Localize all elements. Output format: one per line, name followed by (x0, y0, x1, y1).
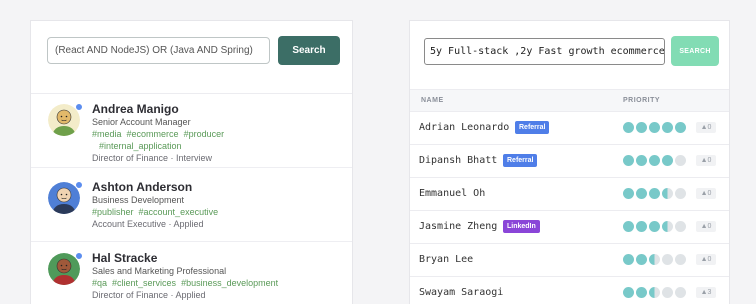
tag-list: #publisher #account_executive (92, 206, 344, 218)
priority-dot (649, 122, 660, 133)
priority-dot (662, 122, 673, 133)
candidate-name[interactable]: Andrea Manigo (92, 102, 344, 116)
upvote-count[interactable]: ▲0 (696, 221, 716, 232)
column-header-priority[interactable]: PRIORITY (623, 97, 660, 104)
candidate-card[interactable]: Hal Stracke Sales and Marketing Professio… (31, 242, 352, 304)
candidate-card[interactable]: Ashton Anderson Business Development #publ… (31, 168, 352, 242)
ranked-search-panel: 5y Full-stack ,2y Fast growth ecommerce … (409, 20, 730, 304)
candidate-title: Sales and Marketing Professional (92, 266, 227, 276)
tag[interactable]: #internal_application (99, 141, 182, 151)
source-badge: LinkedIn (503, 220, 540, 233)
priority-dot (649, 254, 660, 265)
tag-list: #internal_application (92, 140, 344, 152)
table-row[interactable]: Jasmine Zheng LinkedIn ▲0 (410, 211, 729, 244)
candidate-meta: Account Executive · Applied (92, 219, 204, 229)
tag[interactable]: #media (92, 129, 122, 139)
upvote-count[interactable]: ▲3 (696, 287, 716, 298)
candidate-list: Andrea Manigo Senior Account Manager #medi… (31, 94, 352, 304)
candidate-name[interactable]: Jasmine Zheng (419, 221, 497, 232)
requirements-search-input[interactable]: 5y Full-stack ,2y Fast growth ecommerce (424, 38, 665, 65)
boolean-search-input[interactable] (47, 37, 270, 64)
candidate-search-panel: Search Andrea ManigoSenior Account Manag… (30, 20, 353, 304)
candidate-meta: Director of Finance · Applied (92, 290, 206, 300)
tag[interactable]: #ecommerce (127, 129, 179, 139)
tag[interactable]: #account_executive (139, 207, 219, 217)
source-badge: Referral (503, 154, 538, 167)
online-status-dot (75, 181, 83, 189)
tag-list: #media #ecommerce #producer (92, 128, 344, 140)
tag[interactable]: #client_services (112, 278, 176, 288)
search-bar: 5y Full-stack ,2y Fast growth ecommerce … (410, 21, 729, 89)
candidate-name[interactable]: Dipansh Bhatt (419, 155, 497, 166)
search-button[interactable]: SEARCH (671, 36, 719, 66)
priority-dot (636, 221, 647, 232)
tag-list: #qa #client_services #business_development (92, 277, 344, 289)
priority-dot (623, 122, 634, 133)
priority-dot (675, 155, 686, 166)
priority-dot (662, 188, 673, 199)
candidate-name[interactable]: Ashton Anderson (92, 180, 344, 194)
priority-dot (649, 188, 660, 199)
priority-dot (662, 221, 673, 232)
priority-dot (675, 122, 686, 133)
priority-dot (662, 254, 673, 265)
column-header-name[interactable]: NAME (421, 97, 444, 104)
priority-dot (623, 221, 634, 232)
priority-dot (636, 188, 647, 199)
tag[interactable]: #publisher (92, 207, 134, 217)
priority-dot (675, 188, 686, 199)
table-row[interactable]: Dipansh Bhatt Referral ▲0 (410, 145, 729, 178)
table-row[interactable]: Emmanuel Oh ▲0 (410, 178, 729, 211)
upvote-count[interactable]: ▲0 (696, 155, 716, 166)
table-row[interactable]: Bryan Lee ▲0 (410, 244, 729, 277)
priority-dot (662, 155, 673, 166)
priority-dot (662, 287, 673, 298)
priority-dot (623, 155, 634, 166)
priority-dot (636, 287, 647, 298)
candidate-name[interactable]: Emmanuel Oh (419, 188, 485, 199)
priority-dot (675, 287, 686, 298)
priority-dot (623, 254, 634, 265)
tag[interactable]: #business_development (181, 278, 278, 288)
table-row[interactable]: Swayam Saraogi ▲3 (410, 277, 729, 304)
candidate-details: Ashton Anderson Business Development #publ… (92, 180, 344, 230)
upvote-count[interactable]: ▲0 (696, 188, 716, 199)
candidate-name[interactable]: Hal Stracke (92, 251, 344, 265)
priority-dot (636, 122, 647, 133)
priority-dot (675, 254, 686, 265)
table-row[interactable]: Adrian Leonardo Referral ▲0 (410, 112, 729, 145)
candidate-title: Business Development (92, 195, 185, 205)
upvote-count[interactable]: ▲0 (696, 122, 716, 133)
upvote-count[interactable]: ▲0 (696, 254, 716, 265)
search-bar: Search (31, 21, 352, 94)
priority-dot (649, 221, 660, 232)
candidate-name[interactable]: Swayam Saraogi (419, 287, 503, 298)
candidate-card[interactable]: Andrea Manigo Senior Account Manager #medi… (31, 94, 352, 168)
priority-dot (623, 287, 634, 298)
priority-dot (636, 254, 647, 265)
online-status-dot (75, 252, 83, 260)
tag[interactable]: #qa (92, 278, 107, 288)
candidate-details: Andrea Manigo Senior Account Manager #medi… (92, 102, 344, 164)
candidate-details: Hal Stracke Sales and Marketing Professio… (92, 251, 344, 301)
online-status-dot (75, 103, 83, 111)
priority-dot (636, 155, 647, 166)
source-badge: Referral (515, 121, 550, 134)
table-header: NAME PRIORITY (410, 89, 729, 112)
priority-dot (623, 188, 634, 199)
search-button[interactable]: Search (278, 36, 340, 65)
priority-dot (649, 155, 660, 166)
priority-dot (675, 221, 686, 232)
tag[interactable]: #producer (184, 129, 225, 139)
candidate-meta: Director of Finance · Interview (92, 153, 213, 163)
priority-dot (649, 287, 660, 298)
candidate-title: Senior Account Manager (92, 117, 191, 127)
candidate-name[interactable]: Adrian Leonardo (419, 122, 509, 133)
candidate-name[interactable]: Bryan Lee (419, 254, 473, 265)
